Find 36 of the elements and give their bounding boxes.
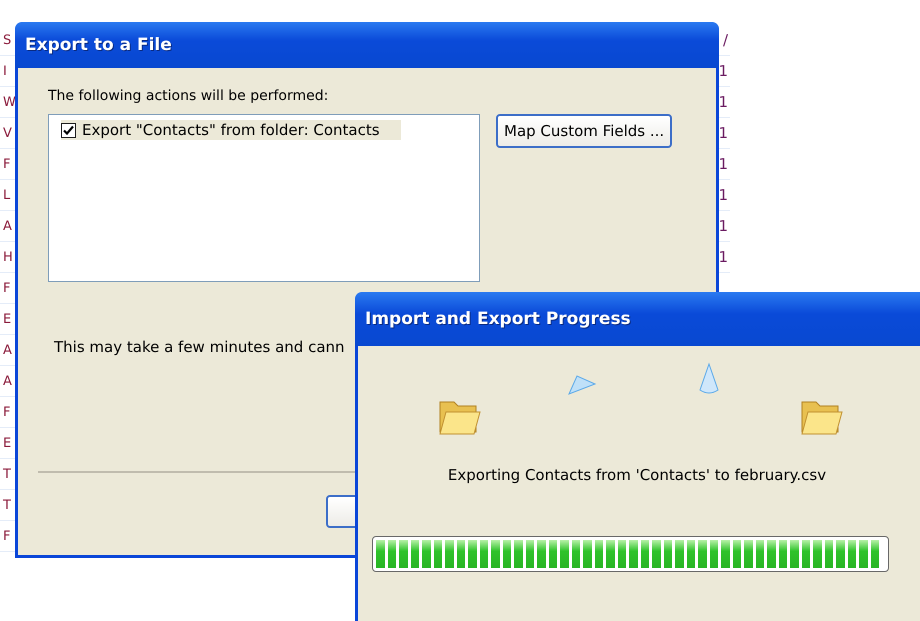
message-subject: F — [2, 528, 10, 544]
message-subject: F — [2, 280, 10, 296]
actions-list[interactable]: Export "Contacts" from folder: Contacts — [48, 114, 480, 282]
message-date: / — [722, 31, 729, 49]
message-subject: H — [2, 250, 13, 264]
message-subject: A — [2, 374, 12, 388]
message-subject: E — [2, 312, 12, 326]
window-title: Import and Export Progress — [355, 292, 920, 346]
message-date: 1 — [718, 124, 729, 142]
message-date: 1 — [718, 93, 729, 111]
action-item[interactable]: Export "Contacts" from folder: Contacts — [61, 120, 401, 140]
map-fields-button[interactable]: Map Custom Fields ... — [496, 114, 672, 148]
note-text: This may take a few minutes and cann — [54, 338, 346, 356]
message-date: 1 — [718, 155, 729, 173]
message-subject: A — [2, 218, 12, 234]
message-subject: I — [2, 64, 7, 78]
checkbox[interactable] — [61, 122, 76, 138]
paper-icon — [698, 362, 720, 396]
message-date: 1 — [718, 186, 729, 204]
message-subject: T — [2, 466, 11, 482]
action-label: Export "Contacts" from folder: Contacts — [82, 121, 380, 139]
message-subject: F — [2, 404, 10, 420]
window-title: Export to a File — [15, 22, 719, 68]
message-subject: E — [2, 436, 12, 450]
status-text: Exporting Contacts from 'Contacts' to february.csv — [446, 466, 828, 484]
message-subject: T — [2, 498, 11, 512]
message-date: 1 — [718, 62, 729, 80]
message-date: 1 — [718, 248, 729, 266]
message-subject: F — [2, 156, 10, 172]
message-subject: L — [2, 188, 10, 202]
message-subject: W — [2, 94, 16, 110]
message-subject: A — [2, 342, 12, 358]
message-subject: S — [2, 32, 12, 48]
instruction-text: The following actions will be performed: — [48, 88, 330, 104]
message-subject: V — [2, 126, 12, 140]
message-date: 1 — [718, 217, 729, 235]
